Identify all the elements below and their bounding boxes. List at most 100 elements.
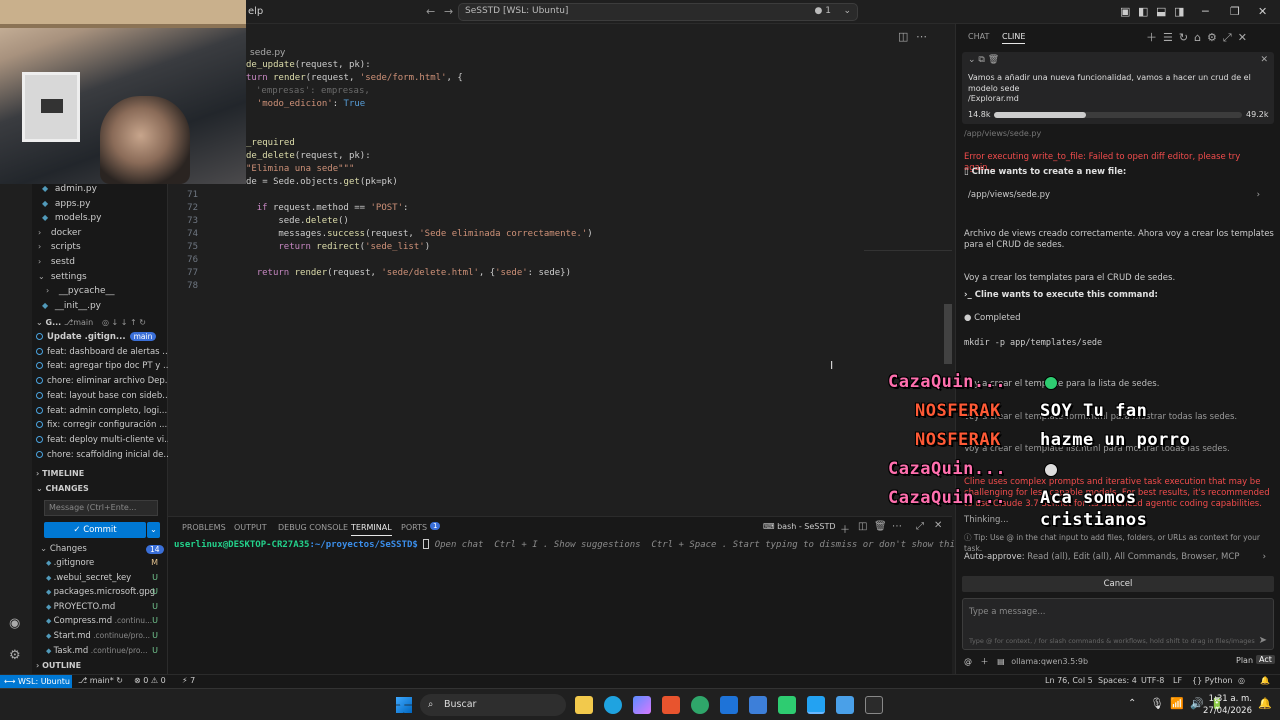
- calendar-app-icon[interactable]: [720, 696, 738, 714]
- close-task-icon[interactable]: ✕: [1260, 55, 1268, 65]
- panel-tab-problems[interactable]: PROBLEMS: [182, 523, 226, 532]
- code-line[interactable]: 74 messages.success(request, 'Sede elimi…: [168, 229, 593, 242]
- terminal-shell-selector[interactable]: ⌨ bash - SeSSTD: [763, 522, 836, 531]
- git-toolbar-icons[interactable]: ◎ ↓ ↓ ↑ ↻: [102, 318, 146, 327]
- file-tree-item[interactable]: ◆ apps.py: [32, 199, 168, 214]
- changed-file-item[interactable]: ◆ Compress.md .continu... U: [32, 616, 168, 630]
- file-tree-item[interactable]: ◆ admin.py: [32, 184, 168, 199]
- file-tree-item[interactable]: › docker: [32, 228, 168, 243]
- commit-item[interactable]: chore: eliminar archivo Dep...: [32, 376, 168, 390]
- commit-button[interactable]: ✓ Commit: [44, 522, 146, 538]
- microphone-icon[interactable]: 🎙: [1150, 697, 1164, 710]
- source-control-header[interactable]: ⌄ G... ⎇main ◎ ↓ ↓ ↑ ↻: [36, 318, 172, 332]
- edge-dev-icon[interactable]: [691, 696, 709, 714]
- cancel-button[interactable]: Cancel: [962, 576, 1274, 592]
- breadcrumb[interactable]: sede.py: [250, 48, 285, 58]
- split-editor-icon[interactable]: ◫: [898, 30, 908, 43]
- copilot-icon[interactable]: ◎: [1238, 676, 1245, 685]
- changed-file-item[interactable]: ◆ .gitignore M: [32, 558, 168, 572]
- close-panel-icon[interactable]: ✕: [934, 520, 942, 531]
- panel-tab-debug-console[interactable]: DEBUG CONSOLE: [278, 523, 348, 532]
- terminal-app-icon[interactable]: [865, 696, 883, 714]
- restore-icon[interactable]: ❐: [1230, 5, 1240, 18]
- toggle-secondary-sidebar-icon[interactable]: ◨: [1174, 5, 1184, 18]
- tab-cline[interactable]: CLINE: [1002, 32, 1026, 44]
- changes-header[interactable]: ⌄ CHANGES: [36, 484, 172, 498]
- file-explorer-icon[interactable]: [575, 696, 593, 714]
- commit-item[interactable]: feat: layout base con sideb...: [32, 391, 168, 405]
- file-tree-item[interactable]: ◆ __init__.py: [32, 301, 168, 316]
- ports-status[interactable]: ⚡ 7: [182, 676, 195, 685]
- file-tree-item[interactable]: ⌄ settings: [32, 272, 168, 287]
- indentation[interactable]: Spaces: 4: [1098, 676, 1137, 685]
- menu-help[interactable]: elp: [248, 6, 263, 17]
- code-line[interactable]: 75 return redirect('sede_list'): [168, 242, 430, 255]
- commit-item[interactable]: fix: corregir configuración ...: [32, 420, 168, 434]
- server-icon[interactable]: ▤: [997, 657, 1005, 666]
- account-icon[interactable]: ◉: [9, 616, 20, 631]
- task-header[interactable]: ⌄ ⧉ 🗑 ✕ Vamos a añadir una nueva funcion…: [962, 52, 1274, 124]
- maximize-panel-icon[interactable]: ⤢: [916, 521, 924, 532]
- split-terminal-icon[interactable]: ◫: [858, 521, 867, 532]
- model-selector[interactable]: ollama:qwen3.5:9b: [1011, 657, 1088, 666]
- panel-tab-ports[interactable]: PORTS: [401, 523, 427, 532]
- auto-approve-bar[interactable]: Auto-approve: Read (all), Edit (all), Al…: [964, 552, 1272, 568]
- code-line[interactable]: 71: [168, 190, 235, 203]
- code-line[interactable]: 76: [168, 255, 235, 268]
- changed-file-item[interactable]: ◆ Start.md .continue/pro... U: [32, 631, 168, 645]
- encoding[interactable]: UTF-8: [1141, 676, 1164, 685]
- notification-bell-icon[interactable]: 🔔: [1258, 697, 1272, 710]
- changed-file-item[interactable]: ◆ .webui_secret_key U: [32, 573, 168, 587]
- line-ending[interactable]: LF: [1173, 676, 1182, 685]
- toggle-panel-icon[interactable]: ⬓: [1156, 5, 1166, 18]
- volume-icon[interactable]: 🔊: [1190, 697, 1204, 710]
- commit-item[interactable]: feat: dashboard de alertas ...: [32, 347, 168, 361]
- minimize-icon[interactable]: ─: [1202, 5, 1209, 18]
- more-actions-icon[interactable]: ⋯: [916, 30, 927, 43]
- problems-status[interactable]: ⊗ 0 ⚠ 0: [134, 676, 166, 685]
- code-line[interactable]: de = Sede.objects.get(pk=pk): [246, 177, 398, 190]
- more-actions-icon[interactable]: ⋯: [892, 521, 902, 532]
- code-line[interactable]: "Elimina una sede""": [246, 164, 354, 177]
- code-line[interactable]: 72 if request.method == 'POST':: [168, 203, 408, 216]
- cursor-position[interactable]: Ln 76, Col 5: [1045, 676, 1093, 685]
- language-mode[interactable]: {} Python: [1192, 676, 1232, 685]
- commit-item[interactable]: feat: agregar tipo doc PT y ...: [32, 361, 168, 375]
- problems-indicator[interactable]: ● 1: [815, 6, 831, 16]
- cline-toolbar-icons[interactable]: ＋☰↻⌂⚙⤢✕: [1146, 29, 1253, 45]
- commit-item[interactable]: feat: admin completo, logi...: [32, 406, 168, 420]
- mode-act[interactable]: Act: [1256, 655, 1275, 664]
- changed-file-item[interactable]: ◆ packages.microsoft.gpg U: [32, 587, 168, 601]
- plus-icon[interactable]: ＋: [981, 657, 989, 666]
- windows-start-icon[interactable]: [396, 697, 412, 713]
- new-terminal-icon[interactable]: ＋: [840, 521, 850, 536]
- chat-input[interactable]: Type a message... Type @ for context, / …: [962, 598, 1274, 650]
- code-line[interactable]: turn render(request, 'sede/form.html', {: [246, 73, 463, 86]
- back-arrow-icon[interactable]: ←: [426, 5, 435, 18]
- settings-gear-icon[interactable]: ⚙: [9, 648, 21, 663]
- vscode-icon[interactable]: [807, 696, 825, 714]
- code-line[interactable]: _required: [246, 138, 295, 151]
- commit-message-input[interactable]: Message (Ctrl+Ente...: [44, 500, 158, 516]
- at-icon[interactable]: @: [964, 657, 972, 666]
- new-file-path[interactable]: /app/views/sede.py ›: [964, 184, 1264, 206]
- tab-chat[interactable]: CHAT: [968, 32, 989, 41]
- outline-header[interactable]: › OUTLINE: [36, 661, 172, 675]
- scrollbar[interactable]: [944, 304, 952, 364]
- app-icon-red[interactable]: [662, 696, 680, 714]
- changes-group[interactable]: ⌄ Changes: [40, 544, 87, 554]
- forward-arrow-icon[interactable]: →: [444, 5, 453, 18]
- photos-icon[interactable]: [836, 696, 854, 714]
- tray-chevron-icon[interactable]: ⌃: [1128, 698, 1136, 709]
- panel-tab-output[interactable]: OUTPUT: [234, 523, 267, 532]
- file-tree-item[interactable]: › __pycache__: [32, 286, 168, 301]
- file-tree-item[interactable]: › scripts: [32, 242, 168, 257]
- commit-item[interactable]: feat: deploy multi-cliente vi...: [32, 435, 168, 449]
- code-line[interactable]: de_update(request, pk):: [246, 60, 371, 73]
- code-line[interactable]: 73 sede.delete(): [168, 216, 349, 229]
- send-icon[interactable]: ➤: [1259, 635, 1267, 646]
- code-editor[interactable]: sede.py ◫ ⋯ de_update(request, pk): turn …: [168, 24, 1098, 514]
- panel-tab-terminal[interactable]: TERMINAL: [351, 523, 392, 536]
- wifi-icon[interactable]: 📶: [1170, 697, 1184, 710]
- branch-indicator[interactable]: ⎇ main* ↻: [78, 676, 123, 685]
